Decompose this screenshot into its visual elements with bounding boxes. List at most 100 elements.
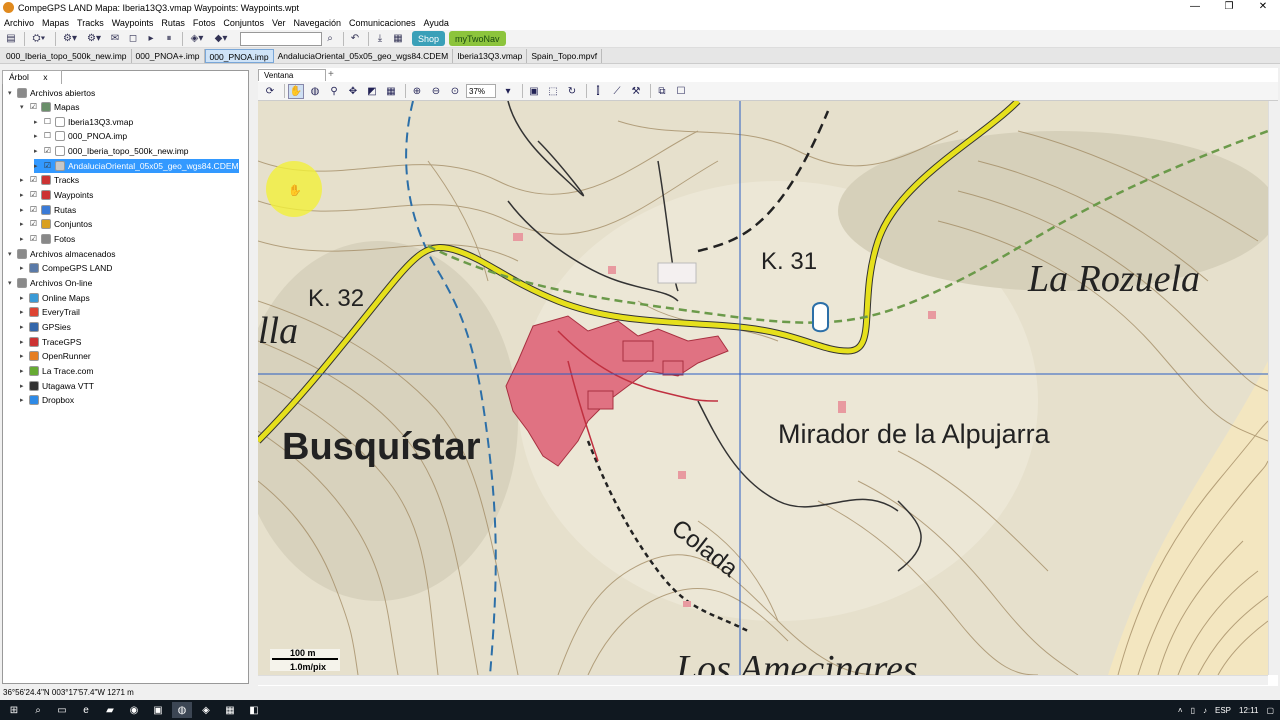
tree-node-tracegps[interactable]: ▸ TraceGPS	[20, 335, 81, 349]
tree-node-dropbox[interactable]: ▸ Dropbox	[20, 393, 74, 407]
view-mode-icon[interactable]: ▣	[526, 84, 542, 99]
shop-button[interactable]: Shop	[412, 31, 446, 46]
record-icon[interactable]: ◻	[125, 31, 141, 46]
tree-toggle-icon[interactable]: ▤	[3, 31, 19, 46]
tree-node-000-iberia-topo-500k-new-imp[interactable]: ▸ ☑ 000_Iberia_topo_500k_new.imp	[34, 144, 189, 158]
pause-icon[interactable]: ⏸	[161, 31, 177, 46]
menu-navegacion[interactable]: Navegación	[293, 18, 341, 28]
globe-icon[interactable]: ◍	[307, 84, 323, 99]
tree-node-waypoints[interactable]: ▸ ☑ Waypoints	[20, 188, 93, 202]
file-explorer-icon[interactable]: ▰	[100, 702, 120, 718]
expand-arrow-icon[interactable]: ▸	[20, 235, 29, 243]
notification-icon[interactable]: ▢	[1266, 706, 1274, 715]
tree-node-conjuntos[interactable]: ▸ ☑ Conjuntos	[20, 217, 92, 231]
play-icon[interactable]: ▸	[143, 31, 159, 46]
compegps-taskbar-icon[interactable]: ◍	[172, 702, 192, 718]
zoom-in-icon[interactable]: ⊕	[409, 84, 425, 99]
maps-app-icon[interactable]: ◈	[196, 702, 216, 718]
expand-arrow-icon[interactable]: ▸	[20, 367, 29, 375]
chrome-icon[interactable]: ◉	[124, 702, 144, 718]
collapse-arrow-icon[interactable]: ▾	[8, 279, 17, 287]
file-tab[interactable]: Spain_Topo.mpvf	[527, 48, 603, 63]
visibility-checkbox[interactable]: ☑	[43, 146, 52, 156]
collapse-arrow-icon[interactable]: ▾	[8, 89, 17, 97]
visibility-checkbox[interactable]: ☑	[29, 102, 38, 112]
network-icon[interactable]: ▯	[1191, 706, 1195, 715]
add-tab-icon[interactable]: +	[328, 69, 338, 81]
menu-archivo[interactable]: Archivo	[4, 18, 34, 28]
print-area-icon[interactable]: ⬚	[545, 84, 561, 99]
expand-arrow-icon[interactable]: ▸	[20, 323, 29, 331]
wand-icon[interactable]: ⚒	[628, 84, 644, 99]
tree-node-utagawa-vtt[interactable]: ▸ Utagawa VTT	[20, 379, 94, 393]
file-tab[interactable]: AndaluciaOriental_05x05_geo_wgs84.CDEM	[274, 48, 454, 63]
menu-mapas[interactable]: Mapas	[42, 18, 69, 28]
gps-icon[interactable]: ◈▾	[186, 31, 208, 46]
tree-node-la-trace-com[interactable]: ▸ La Trace.com	[20, 364, 94, 378]
tree-node-rutas[interactable]: ▸ ☑ Rutas	[20, 203, 76, 217]
mail-icon[interactable]: ✉	[107, 31, 123, 46]
expand-arrow-icon[interactable]: ▸	[20, 220, 29, 228]
expand-arrow-icon[interactable]: ▸	[20, 176, 29, 184]
tab-close-icon[interactable]: x	[43, 72, 47, 82]
mytwonav-button[interactable]: myTwoNav	[449, 31, 506, 46]
edge-icon[interactable]: e	[76, 702, 96, 718]
tree-node-iberia13q3-vmap[interactable]: ▸ ☐ Iberia13Q3.vmap	[34, 115, 133, 129]
search-icon[interactable]: ⌕	[322, 31, 338, 46]
grid-icon[interactable]: ▦	[383, 84, 399, 99]
visibility-checkbox[interactable]: ☐	[43, 131, 52, 141]
expand-arrow-icon[interactable]: ▸	[20, 338, 29, 346]
menu-rutas[interactable]: Rutas	[161, 18, 185, 28]
maximize-button[interactable]: ❐	[1212, 0, 1246, 15]
close-button[interactable]: ✕	[1246, 0, 1280, 15]
track-new-icon[interactable]: ⚙▾	[59, 31, 81, 46]
collapse-arrow-icon[interactable]: ▾	[20, 103, 29, 111]
menu-fotos[interactable]: Fotos	[193, 18, 216, 28]
visibility-checkbox[interactable]: ☑	[29, 190, 38, 200]
download-icon[interactable]: ⤓	[372, 31, 388, 46]
map-vertical-scrollbar[interactable]	[1268, 101, 1278, 675]
visibility-checkbox[interactable]: ☐	[43, 117, 52, 127]
hand-pan-icon[interactable]: ✋	[288, 83, 304, 99]
tree-node-everytrail[interactable]: ▸ EveryTrail	[20, 305, 80, 319]
expand-arrow-icon[interactable]: ▸	[20, 294, 29, 302]
track-edit-icon[interactable]: ⚙▾	[83, 31, 105, 46]
tree-node-archivos-almacenados[interactable]: ▾ Archivos almacenados	[8, 247, 116, 261]
route-icon[interactable]: ◆▾	[210, 31, 232, 46]
search-taskbar-icon[interactable]: ⌕	[28, 702, 48, 718]
file-tab[interactable]: Iberia13Q3.vmap	[453, 48, 528, 63]
tree-node-andaluciaoriental-05x05-geo-wgs84-cdem[interactable]: ▸ ☑ AndaluciaOriental_05x05_geo_wgs84.CDEM	[34, 159, 239, 173]
tab-arbol[interactable]: Árbol x	[2, 70, 62, 84]
map-horizontal-scrollbar[interactable]	[258, 675, 1268, 685]
move-icon[interactable]: ✥	[345, 84, 361, 99]
profile-icon[interactable]: ⫿	[590, 84, 606, 99]
undo-icon[interactable]: ↶	[347, 31, 363, 46]
tab-ventana-principal[interactable]: Ventana principal	[258, 69, 326, 91]
visibility-checkbox[interactable]: ☑	[43, 161, 52, 171]
expand-arrow-icon[interactable]: ▸	[20, 308, 29, 316]
tree-node-fotos[interactable]: ▸ ☑ Fotos	[20, 232, 75, 246]
fullscreen-icon[interactable]: ☐	[673, 84, 689, 99]
expand-arrow-icon[interactable]: ▸	[34, 147, 43, 155]
file-tab[interactable]: 000_PNOA+.imp	[132, 48, 205, 63]
windows-start-icon[interactable]: ⊞	[4, 702, 24, 718]
tray-up-icon[interactable]: ˄	[1178, 706, 1183, 715]
expand-arrow-icon[interactable]: ▸	[20, 352, 29, 360]
zoom-out-icon[interactable]: ⊖	[428, 84, 444, 99]
expand-arrow-icon[interactable]: ▸	[34, 162, 43, 170]
satellite-icon[interactable]: ⛭▾	[28, 31, 50, 46]
tree-node-compegps-land[interactable]: ▸ CompeGPS LAND	[20, 261, 112, 275]
tree-node-online-maps[interactable]: ▸ Online Maps	[20, 291, 90, 305]
refresh-icon[interactable]: ↻	[564, 84, 580, 99]
measure-icon[interactable]: ⟋	[609, 84, 625, 99]
expand-arrow-icon[interactable]: ▸	[20, 382, 29, 390]
tree-node-gpsies[interactable]: ▸ GPSies	[20, 320, 71, 334]
tree-node-tracks[interactable]: ▸ ☑ Tracks	[20, 173, 79, 187]
zoom-level-field[interactable]: 37%	[466, 84, 496, 98]
expand-arrow-icon[interactable]: ▸	[20, 191, 29, 199]
visibility-checkbox[interactable]: ☑	[29, 175, 38, 185]
layers-3d-icon[interactable]: ◩	[364, 84, 380, 99]
expand-arrow-icon[interactable]: ▸	[20, 206, 29, 214]
file-tab-active[interactable]: 000_PNOA.imp	[204, 48, 274, 63]
volume-icon[interactable]: ♪	[1203, 706, 1207, 715]
